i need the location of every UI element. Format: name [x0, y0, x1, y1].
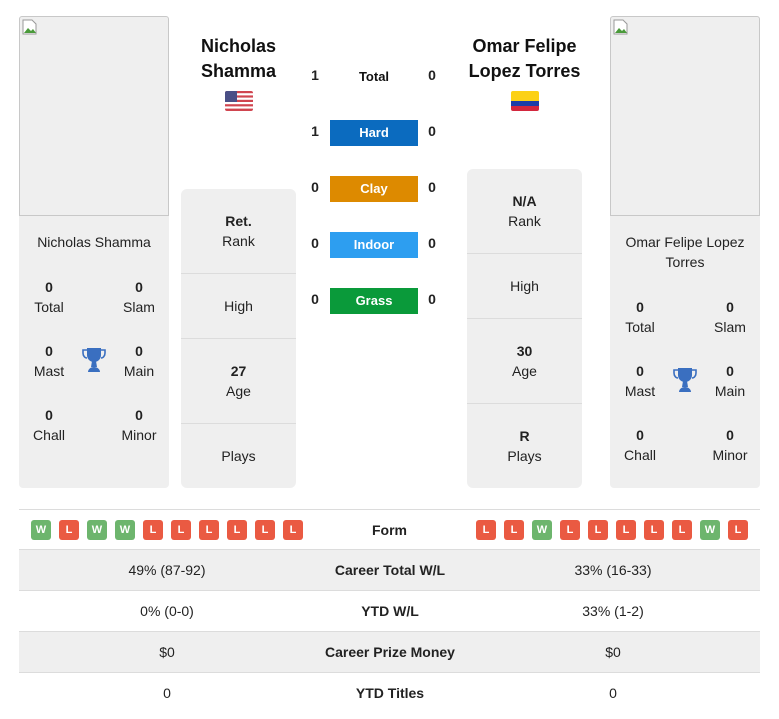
player1-age: 27 Age: [181, 339, 296, 424]
h2h-indoor-p1: 0: [311, 235, 319, 251]
player1-title-minor: 0 Minor: [121, 407, 157, 443]
player2-rank: N/A Rank: [467, 169, 582, 254]
surface-hard-button[interactable]: Hard: [330, 120, 418, 146]
stat-p2-value: 33% (1-2): [582, 603, 644, 619]
player2-photo: [610, 16, 760, 216]
player1-high: High: [181, 274, 296, 339]
h2h-total-p2: 0: [428, 67, 436, 83]
player2-title-slam: 0 Slam: [714, 299, 746, 335]
h2h-grass-p1: 0: [311, 291, 319, 307]
player2-high: High: [467, 254, 582, 319]
h2h-grass-p2: 0: [428, 291, 436, 307]
player2-title-minor: 0 Minor: [712, 427, 748, 463]
broken-image-icon: [22, 19, 37, 35]
player2-info-panel: N/A Rank High 30 Age R Plays: [467, 169, 582, 488]
surface-clay-button[interactable]: Clay: [330, 176, 418, 202]
stat-p1-value: 49% (87-92): [128, 562, 206, 578]
player2-form-badge[interactable]: W: [532, 520, 552, 540]
stat-p2-value: 0: [609, 685, 617, 701]
player2-form-badge[interactable]: L: [476, 520, 496, 540]
h2h-hard-p2: 0: [428, 123, 436, 139]
player1-title-chall: 0 Chall: [33, 407, 65, 443]
player2-form-badge[interactable]: L: [560, 520, 580, 540]
player2-form-badge[interactable]: L: [672, 520, 692, 540]
player1-card-name: Nicholas Shamma: [37, 234, 151, 250]
stat-p1-value: 0: [163, 685, 171, 701]
player2-title-main: 0 Main: [714, 363, 746, 399]
stat-label: YTD W/L: [361, 603, 419, 619]
player1-title-slam: 0 Slam: [123, 279, 155, 315]
form-row: WLWWLLLLLL Form LLWLLLLLWL: [19, 509, 760, 549]
player2-title-total: 0 Total: [625, 299, 655, 335]
player2-form-badge[interactable]: L: [588, 520, 608, 540]
stat-label: Career Prize Money: [325, 644, 455, 660]
stat-row: 49% (87-92) Career Total W/L 33% (16-33): [19, 549, 760, 590]
player1-form-badge[interactable]: W: [115, 520, 135, 540]
colombia-flag-icon: [511, 91, 539, 111]
player2-form-badge[interactable]: L: [616, 520, 636, 540]
player1-form-badge[interactable]: L: [283, 520, 303, 540]
stat-p1-value: $0: [159, 644, 175, 660]
stat-label: Career Total W/L: [334, 562, 446, 578]
player1-form-badge[interactable]: L: [59, 520, 79, 540]
player2-title-chall: 0 Chall: [624, 427, 656, 463]
h2h-clay-p1: 0: [311, 179, 319, 195]
stat-label: YTD Titles: [355, 685, 425, 701]
stat-p1-value: 0% (0-0): [140, 603, 194, 619]
player1-form-badge[interactable]: L: [227, 520, 247, 540]
surface-indoor-button[interactable]: Indoor: [330, 232, 418, 258]
stat-row: $0 Career Prize Money $0: [19, 631, 760, 672]
surface-grass-button[interactable]: Grass: [330, 288, 418, 314]
player2-form-badge[interactable]: W: [700, 520, 720, 540]
us-flag-icon: [225, 91, 253, 111]
player1-form-badge[interactable]: W: [31, 520, 51, 540]
player2-title-mast: 0 Mast: [624, 363, 656, 399]
player2-plays: R Plays: [507, 428, 542, 464]
player2-card: Omar Felipe Lopez Torres 0 Total 0 Slam 0M…: [610, 16, 760, 488]
player1-title-main: 0 Main: [123, 343, 155, 379]
stat-p2-value: 33% (16-33): [574, 562, 652, 578]
player1-plays: Plays: [221, 448, 256, 464]
player2-form-badge[interactable]: L: [644, 520, 664, 540]
player1-info-panel: Ret. Rank High 27 Age Plays: [181, 189, 296, 488]
player1-card: Nicholas Shamma 0 Total 0 Slam 0 Mast 0 Main…: [19, 16, 169, 488]
player1-title-mast: 0 Mast: [33, 343, 65, 379]
h2h-total-label: Total: [358, 69, 390, 84]
trophy-icon: [673, 368, 697, 392]
player1-title-total: 0 Total: [34, 279, 64, 315]
player2-card-name: Omar Felipe Lopez Torres: [625, 234, 745, 270]
broken-image-icon: [613, 19, 628, 35]
stat-p2-value: $0: [605, 644, 621, 660]
player1-form-badge[interactable]: L: [199, 520, 219, 540]
player2-name-link[interactable]: Omar Felipe Lopez Torres: [462, 34, 587, 84]
h2h-indoor-p2: 0: [428, 235, 436, 251]
player1-name-link[interactable]: Nicholas Shamma: [180, 34, 297, 84]
stat-row: 0 YTD Titles 0: [19, 672, 760, 713]
player2-form-badge[interactable]: L: [728, 520, 748, 540]
player1-photo: [19, 16, 169, 216]
h2h-total-p1: 1: [311, 67, 319, 83]
h2h-hard-p1: 1: [311, 123, 319, 139]
player2-age: 30 Age: [467, 319, 582, 404]
player1-form-badge[interactable]: W: [87, 520, 107, 540]
player2-form-badge[interactable]: L: [504, 520, 524, 540]
player1-rank: Ret. Rank: [181, 189, 296, 274]
stat-row: 0% (0-0) YTD W/L 33% (1-2): [19, 590, 760, 631]
player1-form-badge[interactable]: L: [255, 520, 275, 540]
player1-form-badge[interactable]: L: [143, 520, 163, 540]
player1-form-badge[interactable]: L: [171, 520, 191, 540]
h2h-clay-p2: 0: [428, 179, 436, 195]
trophy-icon: [82, 348, 106, 372]
